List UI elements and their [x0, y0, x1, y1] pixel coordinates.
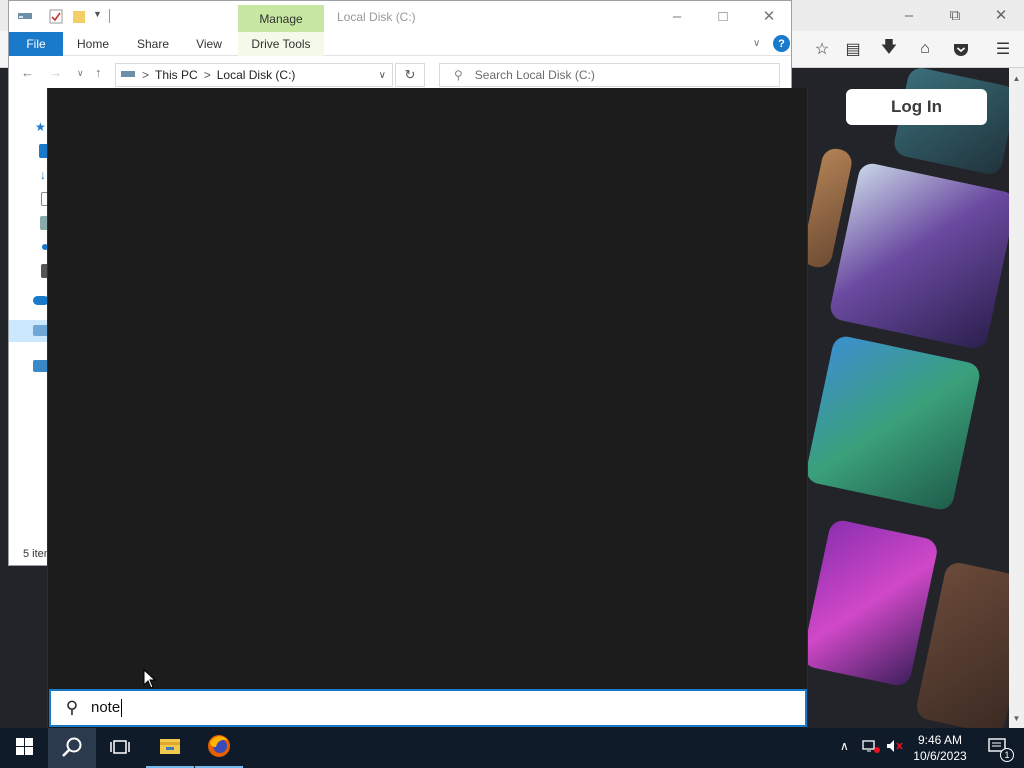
search-icon: ⚲ [65, 698, 79, 717]
browser-scrollbar[interactable]: ▲ ▼ [1009, 68, 1024, 728]
tab-home[interactable]: Home [71, 32, 115, 56]
clock[interactable]: 9:46 AM 10/6/2023 [910, 732, 970, 764]
clock-time: 9:46 AM [917, 733, 963, 747]
game-thumbnail[interactable] [800, 518, 940, 688]
login-button[interactable]: Log In [846, 89, 987, 125]
refresh-icon: ↻ [404, 67, 416, 82]
manage-tab[interactable]: Manage [238, 5, 324, 32]
this-pc-nav-item[interactable] [9, 320, 49, 342]
taskbar-firefox[interactable] [195, 728, 243, 768]
tray-overflow-chevron-icon[interactable]: ∧ [840, 739, 849, 753]
this-pc-small-icon [120, 68, 136, 83]
forward-arrow-icon[interactable]: → [49, 65, 62, 80]
scroll-down-arrow-icon[interactable]: ▼ [1009, 710, 1024, 726]
breadcrumb-separator: > [142, 68, 150, 82]
tab-share[interactable]: Share [131, 32, 175, 56]
explorer-ribbon: File Home Share View Drive Tools ∨ ? [9, 32, 791, 56]
address-box[interactable]: > This PC > Local Disk (C:) ∨ [115, 63, 393, 87]
explorer-address-bar: ← → ∨ ↑ > This PC > Local Disk (C:) ∨ ↻ … [9, 56, 791, 90]
clock-date: 10/6/2023 [913, 749, 967, 763]
refresh-button[interactable]: ↻ [395, 63, 425, 87]
task-view-button[interactable] [96, 728, 144, 768]
browser-minimize-button[interactable]: – [886, 0, 932, 30]
text-caret [121, 699, 123, 718]
reading-list-icon[interactable]: ▤ [840, 37, 866, 61]
start-search-query: note [91, 698, 121, 716]
action-center-button[interactable]: 1 [978, 728, 1018, 768]
browser-restore-button[interactable]: ⧉ [932, 0, 978, 30]
breadcrumb-this-pc[interactable]: This PC [155, 68, 198, 82]
taskbar: ∧ 9:46 AM 10/6/2023 1 [0, 728, 1024, 768]
explorer-maximize-button[interactable]: □ [700, 1, 746, 31]
tab-view[interactable]: View [189, 32, 229, 56]
star-icon[interactable]: ☆ [809, 37, 835, 61]
game-thumbnail[interactable] [828, 161, 1009, 351]
breadcrumb-separator: > [203, 68, 211, 82]
browser-close-button[interactable]: ✕ [978, 0, 1024, 30]
help-icon[interactable]: ? [773, 35, 790, 52]
explorer-titlebar: ▼ Manage Local Disk (C:) – □ ✕ [9, 1, 791, 32]
download-icon[interactable]: 🡇 [876, 37, 902, 61]
breadcrumb-local-disk[interactable]: Local Disk (C:) [217, 68, 296, 82]
notification-count-badge: 1 [1000, 748, 1014, 762]
properties-icon[interactable] [49, 9, 63, 27]
explorer-minimize-button[interactable]: – [654, 1, 700, 31]
new-folder-icon[interactable] [72, 9, 86, 27]
home-icon[interactable]: ⌂ [912, 37, 938, 61]
folder-icon [159, 737, 181, 758]
quick-access-dropdown-icon[interactable]: ▼ [93, 9, 102, 19]
volume-muted-icon[interactable] [886, 739, 904, 756]
taskbar-file-explorer[interactable] [146, 728, 194, 768]
ribbon-expand-chevron-icon[interactable]: ∨ [753, 38, 760, 49]
up-arrow-icon[interactable]: ↑ [95, 65, 102, 80]
recent-locations-dropdown-icon[interactable]: ∨ [77, 68, 84, 79]
start-search-results-panel [47, 88, 808, 728]
navigation-pane: ★ ↓ [9, 90, 49, 545]
task-view-icon [110, 739, 130, 758]
explorer-search-placeholder: Search Local Disk (C:) [474, 68, 595, 82]
pocket-icon[interactable] [948, 37, 974, 61]
start-button[interactable] [0, 728, 48, 768]
tab-file[interactable]: File [9, 32, 63, 56]
taskbar-search-button[interactable] [48, 728, 96, 768]
start-search-box[interactable]: ⚲ note [49, 689, 807, 727]
mouse-cursor-icon [143, 668, 157, 692]
windows-logo-icon [15, 738, 33, 758]
search-icon: ⚲ [454, 68, 463, 82]
explorer-title: Local Disk (C:) [337, 10, 416, 24]
drive-icon [17, 10, 33, 25]
explorer-search-input[interactable]: ⚲ Search Local Disk (C:) [439, 63, 780, 87]
tab-drive-tools[interactable]: Drive Tools [238, 32, 324, 56]
title-separator [109, 9, 110, 23]
menu-icon[interactable]: ☰ [990, 37, 1016, 61]
address-dropdown-icon[interactable]: ∨ [379, 70, 386, 81]
back-arrow-icon[interactable]: ← [21, 65, 34, 80]
search-icon [61, 736, 83, 761]
firefox-icon [207, 734, 231, 761]
scroll-up-arrow-icon[interactable]: ▲ [1009, 70, 1024, 86]
explorer-close-button[interactable]: ✕ [746, 1, 792, 31]
game-thumbnail[interactable] [804, 334, 982, 512]
start-search-input[interactable]: note [91, 698, 123, 718]
network-status-icon[interactable] [862, 739, 880, 756]
